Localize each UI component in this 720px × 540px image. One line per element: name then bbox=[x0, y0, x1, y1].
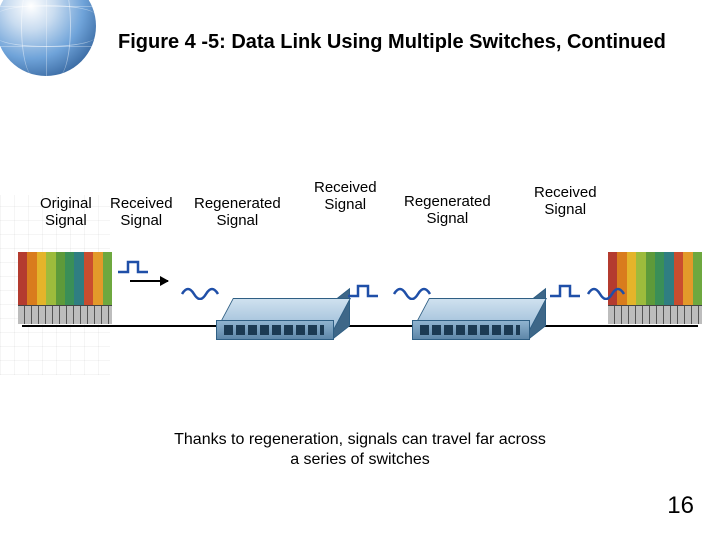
diagram-area: OriginalSignal ReceivedSignal Regenerate… bbox=[0, 190, 720, 420]
globe-icon bbox=[0, 0, 96, 76]
page-number: 16 bbox=[667, 492, 694, 520]
direction-arrow-icon bbox=[130, 280, 168, 282]
switch-1 bbox=[216, 298, 348, 346]
label-received-2: ReceivedSignal bbox=[314, 179, 377, 214]
label-regenerated-2: RegeneratedSignal bbox=[404, 193, 491, 228]
label-regenerated-1: RegeneratedSignal bbox=[194, 195, 281, 230]
signal-original-icon bbox=[116, 258, 156, 276]
switch-2 bbox=[412, 298, 544, 346]
label-received-1: ReceivedSignal bbox=[110, 195, 173, 230]
signal-received-2-icon bbox=[392, 282, 432, 300]
signal-received-1-icon bbox=[180, 282, 220, 300]
figure-title: Figure 4 -5: Data Link Using Multiple Sw… bbox=[118, 30, 690, 55]
endpoint-left bbox=[18, 252, 112, 324]
globe-decoration bbox=[0, 0, 126, 86]
signal-regenerated-2-icon bbox=[548, 282, 588, 300]
label-received-3: ReceivedSignal bbox=[534, 184, 597, 219]
signal-regenerated-1-icon bbox=[346, 282, 386, 300]
figure-caption: Thanks to regeneration, signals can trav… bbox=[0, 430, 720, 470]
signal-received-3-icon bbox=[586, 282, 626, 300]
link-line bbox=[22, 325, 698, 327]
label-original: OriginalSignal bbox=[40, 195, 92, 230]
